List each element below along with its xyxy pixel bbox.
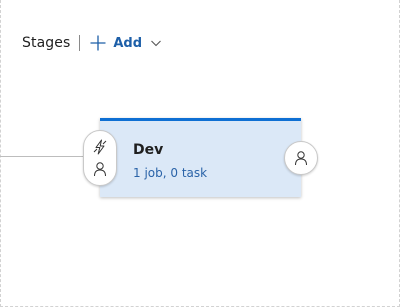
stages-title: Stages (22, 35, 71, 51)
stage-name: Dev (133, 142, 164, 158)
stages-toolbar: Stages Add (22, 31, 162, 55)
chevron-down-icon[interactable] (150, 37, 162, 49)
lightning-trigger-icon (92, 139, 108, 155)
plus-icon (89, 34, 107, 52)
add-stage-button[interactable]: Add (89, 34, 162, 52)
person-approver-icon (92, 161, 108, 177)
pre-deployment-conditions-button[interactable] (83, 130, 117, 186)
stage-card-dev[interactable]: Dev 1 job, 0 task (100, 118, 301, 197)
stage-job-summary-link[interactable]: 1 job, 0 task (133, 166, 207, 180)
person-approver-icon (293, 150, 309, 166)
add-stage-label: Add (113, 35, 143, 51)
post-deployment-conditions-button[interactable] (284, 141, 318, 175)
artifact-connector-line (0, 156, 86, 157)
toolbar-divider (79, 35, 81, 51)
